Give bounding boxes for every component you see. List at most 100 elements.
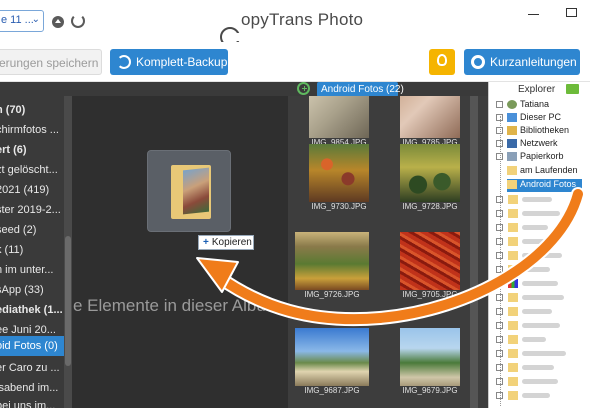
photo-tile[interactable]: IMG_9785.JPG bbox=[400, 96, 460, 148]
network-icon bbox=[507, 139, 517, 149]
device-select-label: e 11 ... bbox=[1, 14, 34, 26]
blurred-label bbox=[522, 253, 562, 258]
photo-tile[interactable]: IMG_9854.JPG bbox=[309, 96, 369, 148]
tree-item-blurred[interactable] bbox=[496, 249, 590, 262]
tree-item-blurred[interactable] bbox=[496, 305, 590, 318]
expand-icon[interactable] bbox=[496, 101, 503, 109]
album-item[interactable]: n im unter... bbox=[0, 260, 64, 280]
album-item[interactable]: ert (6) bbox=[0, 140, 64, 160]
album-item[interactable]: chirmfotos ... bbox=[0, 120, 64, 140]
album-item[interactable]: 2021 (419) bbox=[0, 180, 64, 200]
computer-icon bbox=[507, 113, 517, 123]
explorer-title: Explorer bbox=[518, 84, 556, 95]
folder-icon bbox=[508, 223, 518, 232]
expand-icon[interactable] bbox=[496, 127, 503, 135]
expand-icon[interactable] bbox=[496, 280, 503, 287]
refresh-icon[interactable] bbox=[71, 14, 85, 28]
photo-tile[interactable]: IMG_9687.JPG bbox=[295, 328, 369, 396]
expand-icon[interactable] bbox=[496, 252, 503, 259]
photo-tile[interactable]: IMG_9705.JPG bbox=[400, 232, 460, 300]
expand-icon[interactable] bbox=[496, 392, 503, 399]
maximize-button[interactable] bbox=[566, 8, 577, 17]
expand-icon[interactable] bbox=[496, 238, 503, 245]
expand-icon[interactable] bbox=[496, 196, 503, 203]
expand-icon[interactable] bbox=[496, 378, 503, 385]
blurred-label bbox=[522, 323, 560, 328]
album-item[interactable]: seed (2) bbox=[0, 220, 64, 240]
album-item[interactable]: zt gelöscht... bbox=[0, 160, 64, 180]
photo-tile[interactable]: IMG_9728.JPG bbox=[400, 144, 460, 212]
photo-tile[interactable]: IMG_9726.JPG bbox=[295, 232, 369, 300]
expand-icon[interactable] bbox=[496, 153, 503, 161]
tree-item-blurred[interactable] bbox=[496, 235, 590, 248]
add-album-icon[interactable] bbox=[297, 82, 310, 95]
expand-icon[interactable] bbox=[496, 308, 503, 315]
album-item[interactable]: sApp (33) bbox=[0, 280, 64, 300]
save-changes-button[interactable]: erungen speichern bbox=[0, 49, 102, 75]
photo-tile[interactable]: IMG_9679.JPG bbox=[400, 328, 460, 396]
copy-tooltip-label: Kopieren bbox=[211, 237, 252, 248]
copy-tooltip: + Kopieren bbox=[198, 235, 254, 250]
photo-grid-scrollbar[interactable] bbox=[470, 96, 478, 408]
tree-item-blurred[interactable] bbox=[496, 277, 590, 290]
tree-item-this-pc[interactable]: Dieser PC bbox=[496, 112, 590, 125]
tree-item-blurred[interactable] bbox=[496, 263, 590, 276]
expand-icon[interactable] bbox=[496, 336, 503, 343]
expand-icon[interactable] bbox=[496, 350, 503, 357]
album-list-scrollbar[interactable] bbox=[64, 96, 72, 408]
tree-item-android-photos[interactable]: Android Fotos bbox=[507, 179, 582, 192]
album-item[interactable]: bei uns im... bbox=[0, 396, 64, 408]
album-item[interactable]: lsabend im... bbox=[0, 378, 64, 398]
album-item[interactable]: k (11) bbox=[0, 240, 64, 260]
expand-icon[interactable] bbox=[496, 224, 503, 231]
album-item[interactable]: ster 2019-2... bbox=[0, 200, 64, 220]
expand-icon[interactable] bbox=[496, 266, 503, 273]
tree-item-blurred[interactable] bbox=[496, 389, 590, 402]
folder-icon bbox=[508, 377, 518, 386]
tree-item-blurred[interactable] bbox=[496, 361, 590, 374]
tree-item-blurred[interactable] bbox=[496, 207, 590, 220]
tree-item-am-laufenden[interactable]: am Laufenden bbox=[507, 165, 590, 178]
album-item-selected[interactable]: oid Fotos (0) bbox=[0, 336, 64, 356]
tree-item-blurred[interactable] bbox=[496, 333, 590, 346]
blurred-label bbox=[522, 197, 552, 202]
tree-item-blurred[interactable] bbox=[496, 347, 590, 360]
folder-icon bbox=[508, 293, 518, 302]
photo-tile[interactable]: IMG_9730.JPG bbox=[309, 144, 369, 212]
tree-item-tatiana[interactable]: Tatiana bbox=[496, 99, 590, 112]
expand-icon[interactable] bbox=[496, 294, 503, 301]
eject-icon[interactable] bbox=[52, 16, 64, 28]
tree-item-recycle-bin[interactable]: Papierkorb bbox=[496, 151, 590, 164]
tab-android-photos[interactable]: Android Fotos (22) bbox=[317, 82, 404, 97]
device-select[interactable]: e 11 ... ⌄ bbox=[0, 10, 44, 32]
album-item[interactable]: ediathek (1... bbox=[0, 300, 64, 320]
folder-icon bbox=[508, 349, 518, 358]
photo-thumbnail bbox=[183, 167, 209, 215]
tree-item-blurred[interactable] bbox=[496, 221, 590, 234]
folder-icon[interactable] bbox=[566, 84, 579, 94]
device-photo-grid: IMG_9854.JPG IMG_9785.JPG IMG_9730.JPG I… bbox=[288, 96, 488, 408]
expand-icon[interactable] bbox=[496, 114, 503, 122]
full-backup-button[interactable]: Komplett-Backup bbox=[110, 49, 228, 75]
full-backup-label: Komplett-Backup bbox=[136, 55, 228, 69]
photo-thumbnail bbox=[309, 144, 369, 202]
expand-icon[interactable] bbox=[496, 322, 503, 329]
album-item[interactable]: er Caro zu ... bbox=[0, 358, 64, 378]
expand-icon[interactable] bbox=[496, 364, 503, 371]
tips-button[interactable] bbox=[429, 49, 455, 75]
tree-item-network[interactable]: Netzwerk bbox=[496, 138, 590, 151]
tree-item-blurred[interactable] bbox=[496, 375, 590, 388]
album-item[interactable]: n (70) bbox=[0, 100, 64, 120]
blurred-label bbox=[522, 393, 550, 398]
quick-guides-button[interactable]: Kurzanleitungen bbox=[464, 49, 580, 75]
album-drop-area[interactable] bbox=[72, 96, 288, 408]
tree-item-libraries[interactable]: Bibliotheken bbox=[496, 125, 590, 138]
expand-icon[interactable] bbox=[496, 140, 503, 148]
scrollbar-thumb[interactable] bbox=[65, 236, 71, 366]
tree-item-blurred[interactable] bbox=[496, 319, 590, 332]
tree-item-blurred[interactable] bbox=[496, 291, 590, 304]
minimize-button[interactable] bbox=[528, 14, 539, 15]
expand-icon[interactable] bbox=[496, 210, 503, 217]
folder-icon bbox=[508, 391, 518, 400]
tree-item-blurred[interactable] bbox=[496, 193, 590, 206]
